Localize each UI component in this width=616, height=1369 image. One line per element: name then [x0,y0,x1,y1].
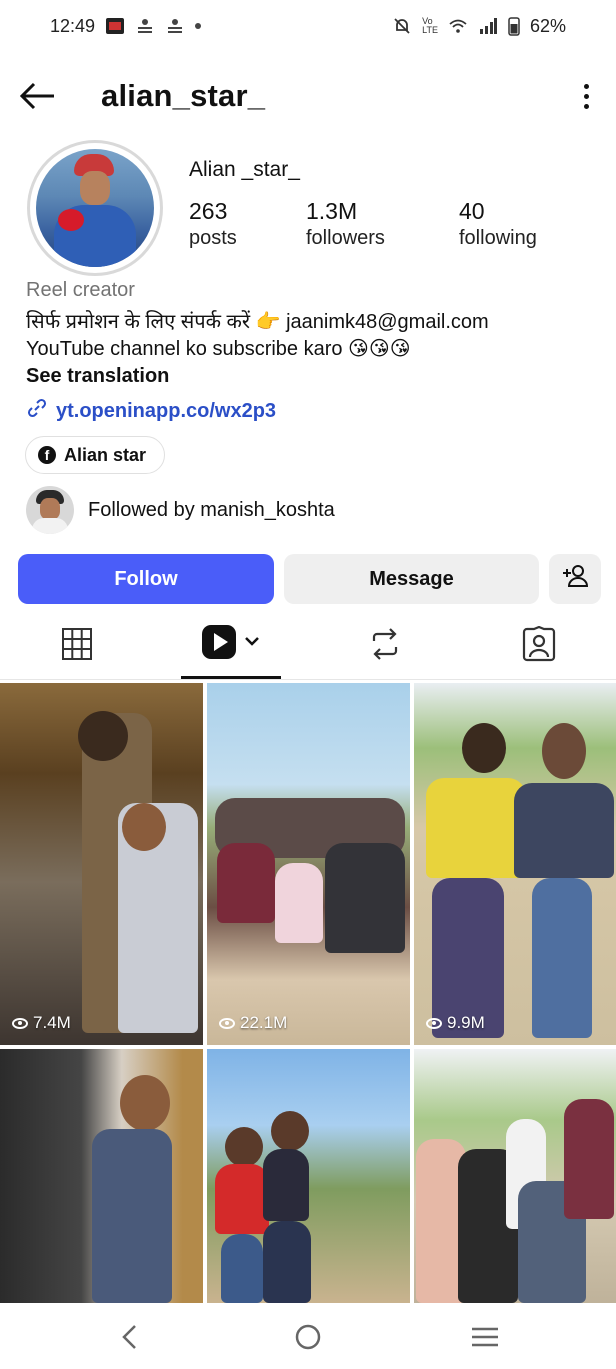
status-bar: 12:49 Vo LTE 62% [0,0,616,52]
system-nav-bar [0,1303,616,1369]
recents-nav-icon[interactable] [465,1317,505,1357]
grid-icon [62,627,92,665]
news-icon [165,16,185,36]
profile-stats: 263 posts 1.3M followers 40 following [189,198,537,250]
app-notification-icon [105,16,125,36]
reel-tile[interactable] [207,1049,410,1303]
eye-icon [12,1017,28,1029]
message-button[interactable]: Message [284,554,539,604]
reel-tile[interactable]: 22.1M [207,683,410,1045]
profile-username: alian_star_ [101,78,266,113]
eye-icon [426,1017,442,1029]
follow-button[interactable]: Follow [18,554,274,604]
bio-line-1: सिर्फ प्रमोशन के लिए संपर्क करें 👉 jaani… [26,311,489,333]
eye-icon [219,1017,235,1029]
view-count: 22.1M [219,1013,287,1033]
profile-link[interactable]: yt.openinapp.co/wx2p3 [26,397,276,425]
reel-tile[interactable] [414,1049,616,1303]
home-nav-icon[interactable] [288,1317,328,1357]
profile-category: Reel creator [26,279,135,301]
posts-count: 263 [189,198,228,224]
see-translation-link[interactable]: See translation [26,365,169,388]
mutual-follower-avatar [26,486,74,534]
facebook-chip-label: Alian star [64,444,147,465]
stat-followers[interactable]: 1.3M followers [306,198,459,250]
news-icon [135,16,155,36]
reel-tile[interactable] [0,1049,203,1303]
bio-line-2: YouTube channel ko subscribe karo 😘😘😘 [26,338,411,360]
volte-icon: Vo LTE [422,16,438,35]
view-count: 7.4M [12,1013,71,1033]
status-time: 12:49 [50,15,96,36]
mute-icon [392,16,412,36]
wifi-icon [448,16,468,36]
stat-posts[interactable]: 263 posts [189,198,306,250]
posts-label: posts [189,227,237,249]
tab-reels[interactable] [181,612,281,679]
followed-by-text: Followed by manish_koshta [88,498,335,521]
tab-grid[interactable] [44,612,110,680]
profile-actions: Follow Message [18,554,601,604]
link-icon [26,397,48,425]
reel-tile[interactable]: 7.4M [0,683,203,1045]
reposts-icon [369,627,401,666]
back-nav-icon[interactable] [110,1317,150,1357]
battery-percent: 62% [529,15,566,36]
facebook-profile-chip[interactable]: f Alian star [25,436,166,474]
view-count: 9.9M [426,1013,485,1033]
stat-following[interactable]: 40 following [459,198,537,250]
signal-icon [478,16,498,36]
display-name: Alian _star_ [189,158,300,181]
add-person-icon [561,563,589,595]
more-vertical-icon[interactable] [576,78,596,114]
content-tabs [0,612,616,680]
tab-tagged[interactable] [506,612,572,680]
add-person-button[interactable] [549,554,601,604]
back-arrow-icon[interactable] [20,78,56,114]
battery-icon [508,16,520,36]
dot-icon [195,23,202,29]
link-text: yt.openinapp.co/wx2p3 [56,399,277,422]
profile-header: alian_star_ [0,64,616,128]
following-count: 40 [459,198,485,224]
reel-tile[interactable]: 9.9M [414,683,616,1045]
following-label: following [459,227,537,249]
reels-icon [201,624,261,665]
followers-label: followers [306,227,385,249]
tagged-icon [522,625,556,667]
tab-reposts[interactable] [352,612,418,680]
avatar-image [36,149,154,267]
followers-count: 1.3M [306,198,358,224]
followed-by-row[interactable]: Followed by manish_koshta [26,486,335,534]
facebook-icon: f [38,446,56,464]
profile-avatar[interactable] [27,140,163,276]
